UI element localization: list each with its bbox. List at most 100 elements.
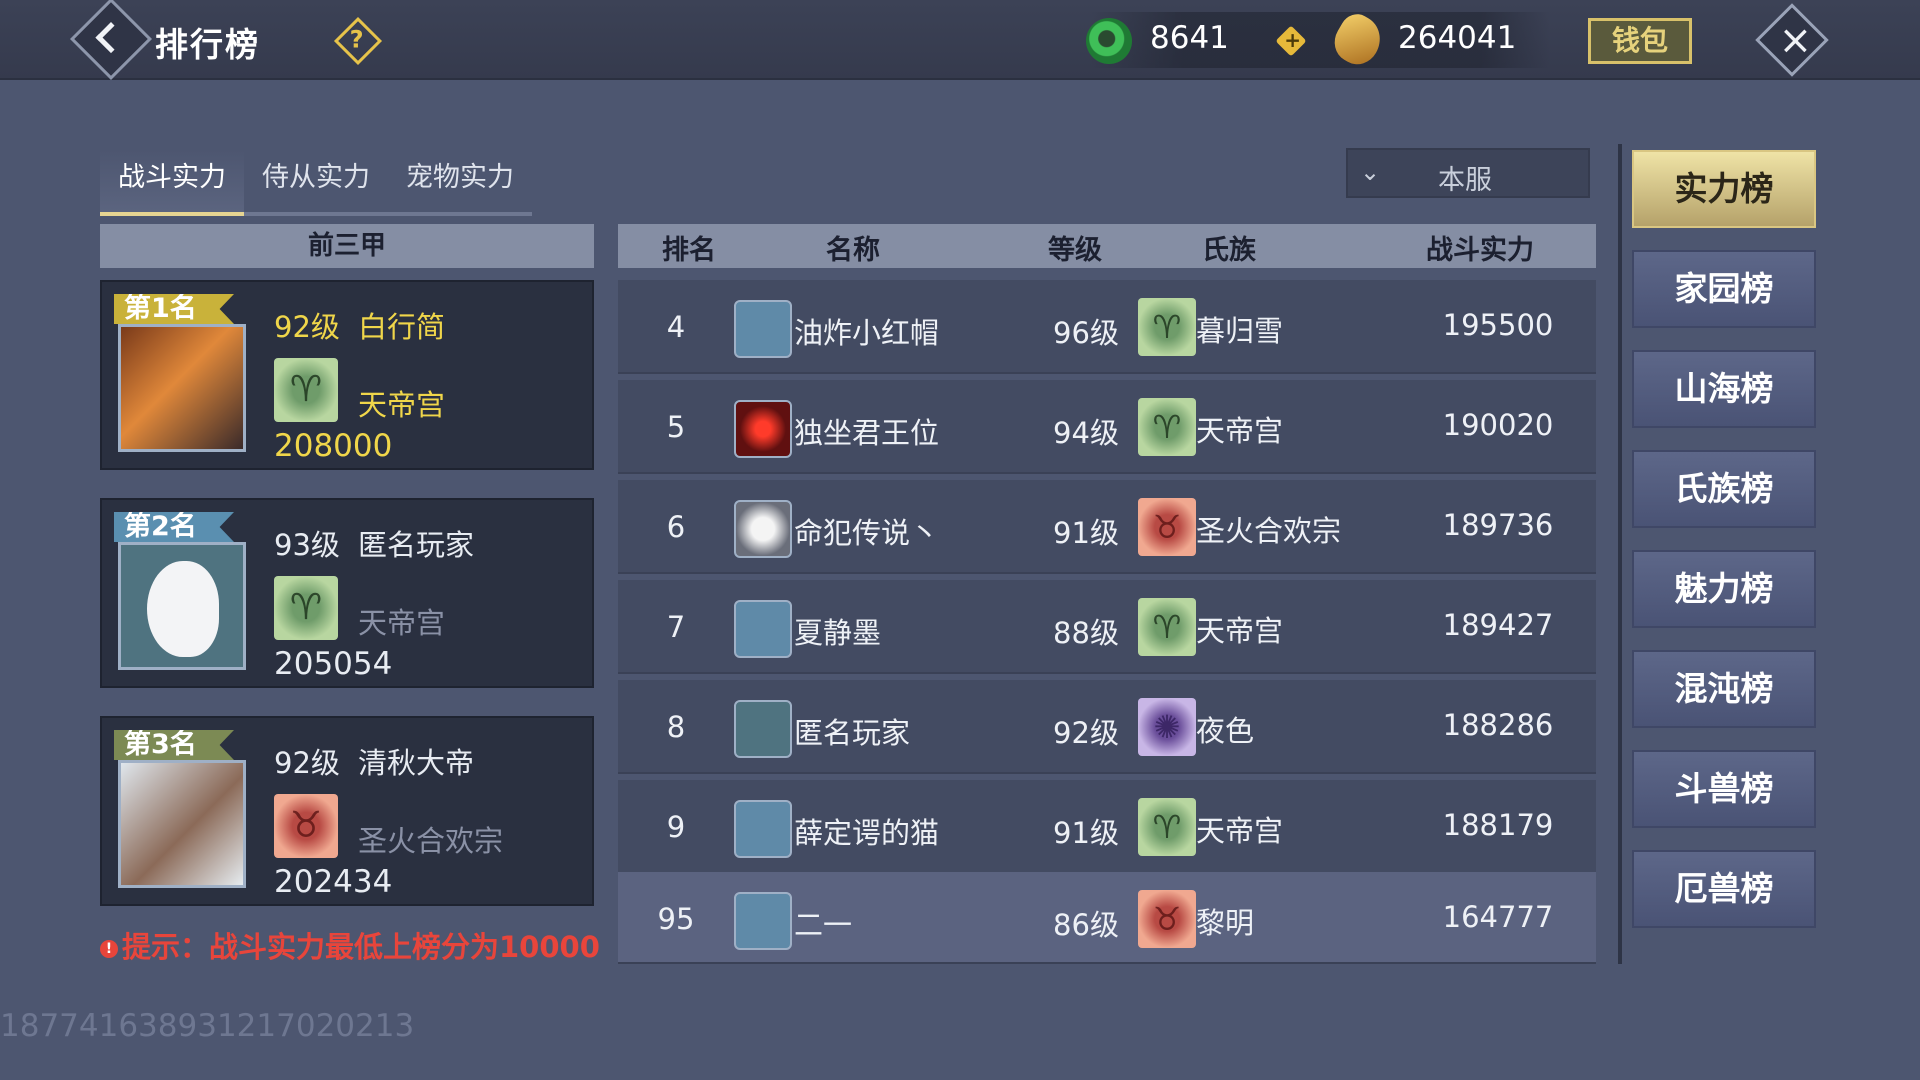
- clan-name: 圣火合欢宗: [358, 824, 504, 858]
- table-row[interactable]: 8 匿名玩家 92级 ✺ 夜色 188286: [618, 680, 1596, 774]
- clan-emblem-icon: ♉: [1138, 890, 1196, 948]
- side-nav-doom-beast[interactable]: 厄兽榜: [1632, 850, 1816, 928]
- row-level: 96级: [1053, 316, 1119, 350]
- row-rank: 6: [666, 510, 686, 544]
- row-power: 164777: [1442, 900, 1554, 934]
- chevron-down-icon: ⌄: [1360, 158, 1381, 186]
- row-power: 189427: [1442, 608, 1554, 642]
- row-level: 88级: [1053, 616, 1119, 650]
- tab-pet-power[interactable]: 宠物实力: [388, 150, 532, 216]
- anonymous-silhouette-icon: [147, 561, 219, 657]
- player-level: 93级: [274, 528, 340, 562]
- avatar: [118, 542, 246, 670]
- avatar: [118, 324, 246, 452]
- row-name: 命犯传说丶: [794, 516, 940, 550]
- avatar: [118, 760, 246, 888]
- side-nav-home[interactable]: 家园榜: [1632, 250, 1816, 328]
- avatar: [734, 500, 792, 558]
- ranking-tip: ! 提示：战斗实力最低上榜分为10000: [100, 924, 600, 966]
- player-level: 92级: [274, 310, 340, 344]
- table-row[interactable]: 5 独坐君王位 94级 ♈ 天帝宫 190020: [618, 380, 1596, 474]
- row-clan: 夜色: [1196, 714, 1255, 748]
- ranking-tip-text: 提示：战斗实力最低上榜分为10000: [122, 930, 600, 964]
- clan-emblem-icon: ✺: [1138, 698, 1196, 756]
- top3-card-2[interactable]: 第2名 93级 匿名玩家 ♈ 天帝宫 205054: [100, 498, 594, 688]
- gold-currency-value: 264041: [1398, 20, 1517, 56]
- side-divider: [1618, 144, 1622, 964]
- combat-power: 202434: [274, 864, 393, 900]
- avatar: [734, 400, 792, 458]
- back-arrow-icon: [95, 22, 127, 54]
- server-dropdown[interactable]: ⌄ 本服: [1346, 148, 1590, 198]
- rank-banner: 第3名: [114, 730, 234, 760]
- table-row[interactable]: 6 命犯传说丶 91级 ♉ 圣火合欢宗 189736: [618, 480, 1596, 574]
- row-name: 夏静墨: [794, 616, 882, 650]
- side-nav-shanhai[interactable]: 山海榜: [1632, 350, 1816, 428]
- clan-emblem-icon: ♈: [1138, 398, 1196, 456]
- avatar: [734, 700, 792, 758]
- avatar: [734, 892, 792, 950]
- row-clan: 天帝宫: [1196, 414, 1284, 448]
- row-level: 92级: [1053, 716, 1119, 750]
- avatar: [734, 300, 792, 358]
- watermark-id: 187741638931217020213: [0, 1008, 415, 1044]
- row-name: 二一: [794, 908, 853, 942]
- clan-emblem-icon: ♈: [274, 576, 338, 640]
- col-rank: 排名: [662, 235, 716, 266]
- table-row[interactable]: 4 油炸小红帽 96级 ♈ 暮归雪 195500: [618, 280, 1596, 374]
- row-clan: 圣火合欢宗: [1196, 514, 1342, 548]
- clan-emblem-icon: ♈: [1138, 598, 1196, 656]
- side-nav-charm[interactable]: 魅力榜: [1632, 550, 1816, 628]
- table-row[interactable]: 9 薛定谔的猫 91级 ♈ 天帝宫 188179: [618, 780, 1596, 874]
- clan-emblem-icon: ♈: [1138, 298, 1196, 356]
- row-level: 94级: [1053, 416, 1119, 450]
- clan-name: 天帝宫: [358, 388, 446, 422]
- top3-card-3[interactable]: 第3名 92级 清秋大帝 ♉ 圣火合欢宗 202434: [100, 716, 594, 906]
- close-icon: ×: [1778, 17, 1813, 64]
- clan-emblem-icon: ♉: [1138, 498, 1196, 556]
- row-level: 91级: [1053, 816, 1119, 850]
- col-power: 战斗实力: [1426, 235, 1534, 266]
- clan-emblem-icon: ♈: [1138, 798, 1196, 856]
- row-power: 190020: [1442, 408, 1554, 442]
- tab-attendant-power[interactable]: 侍从实力: [244, 150, 388, 216]
- clan-emblem-icon: ♉: [274, 794, 338, 858]
- top3-header: 前三甲: [100, 224, 594, 268]
- table-row[interactable]: 7 夏静墨 88级 ♈ 天帝宫 189427: [618, 580, 1596, 674]
- row-rank: 7: [666, 610, 686, 644]
- player-level: 92级: [274, 746, 340, 780]
- row-clan: 天帝宫: [1196, 814, 1284, 848]
- clan-name: 天帝宫: [358, 606, 446, 640]
- side-nav-power[interactable]: 实力榜: [1632, 150, 1816, 228]
- col-level: 等级: [1048, 235, 1102, 266]
- jade-currency-icon: [1086, 18, 1132, 64]
- col-clan: 氏族: [1202, 235, 1256, 266]
- row-clan: 暮归雪: [1196, 314, 1284, 348]
- wallet-button[interactable]: 钱包: [1588, 18, 1692, 64]
- self-row[interactable]: 95 二一 86级 ♉ 黎明 164777: [618, 872, 1596, 964]
- avatar: [734, 600, 792, 658]
- side-nav-clan[interactable]: 氏族榜: [1632, 450, 1816, 528]
- rank-banner: 第2名: [114, 512, 234, 542]
- row-name: 薛定谔的猫: [794, 816, 940, 850]
- player-name: 清秋大帝: [358, 746, 475, 780]
- side-nav-beast-fight[interactable]: 斗兽榜: [1632, 750, 1816, 828]
- col-name: 名称: [826, 235, 880, 266]
- combat-power: 208000: [274, 428, 393, 464]
- row-level: 86级: [1053, 908, 1119, 942]
- top3-card-1[interactable]: 第1名 92级 白行简 ♈ 天帝宫 208000: [100, 280, 594, 470]
- row-level: 91级: [1053, 516, 1119, 550]
- warning-icon: !: [100, 940, 118, 958]
- row-rank: 4: [666, 310, 686, 344]
- row-power: 188179: [1442, 808, 1554, 842]
- jade-currency-value: 8641: [1150, 20, 1229, 56]
- row-name: 匿名玩家: [794, 716, 911, 750]
- table-header: 排名 名称 等级 氏族 战斗实力: [618, 224, 1596, 268]
- server-dropdown-value: 本服: [1438, 165, 1492, 196]
- tab-combat-power[interactable]: 战斗实力: [100, 150, 244, 216]
- row-rank: 8: [666, 710, 686, 744]
- row-power: 189736: [1442, 508, 1554, 542]
- side-nav-chaos[interactable]: 混沌榜: [1632, 650, 1816, 728]
- player-name: 匿名玩家: [358, 528, 475, 562]
- clan-emblem-icon: ♈: [274, 358, 338, 422]
